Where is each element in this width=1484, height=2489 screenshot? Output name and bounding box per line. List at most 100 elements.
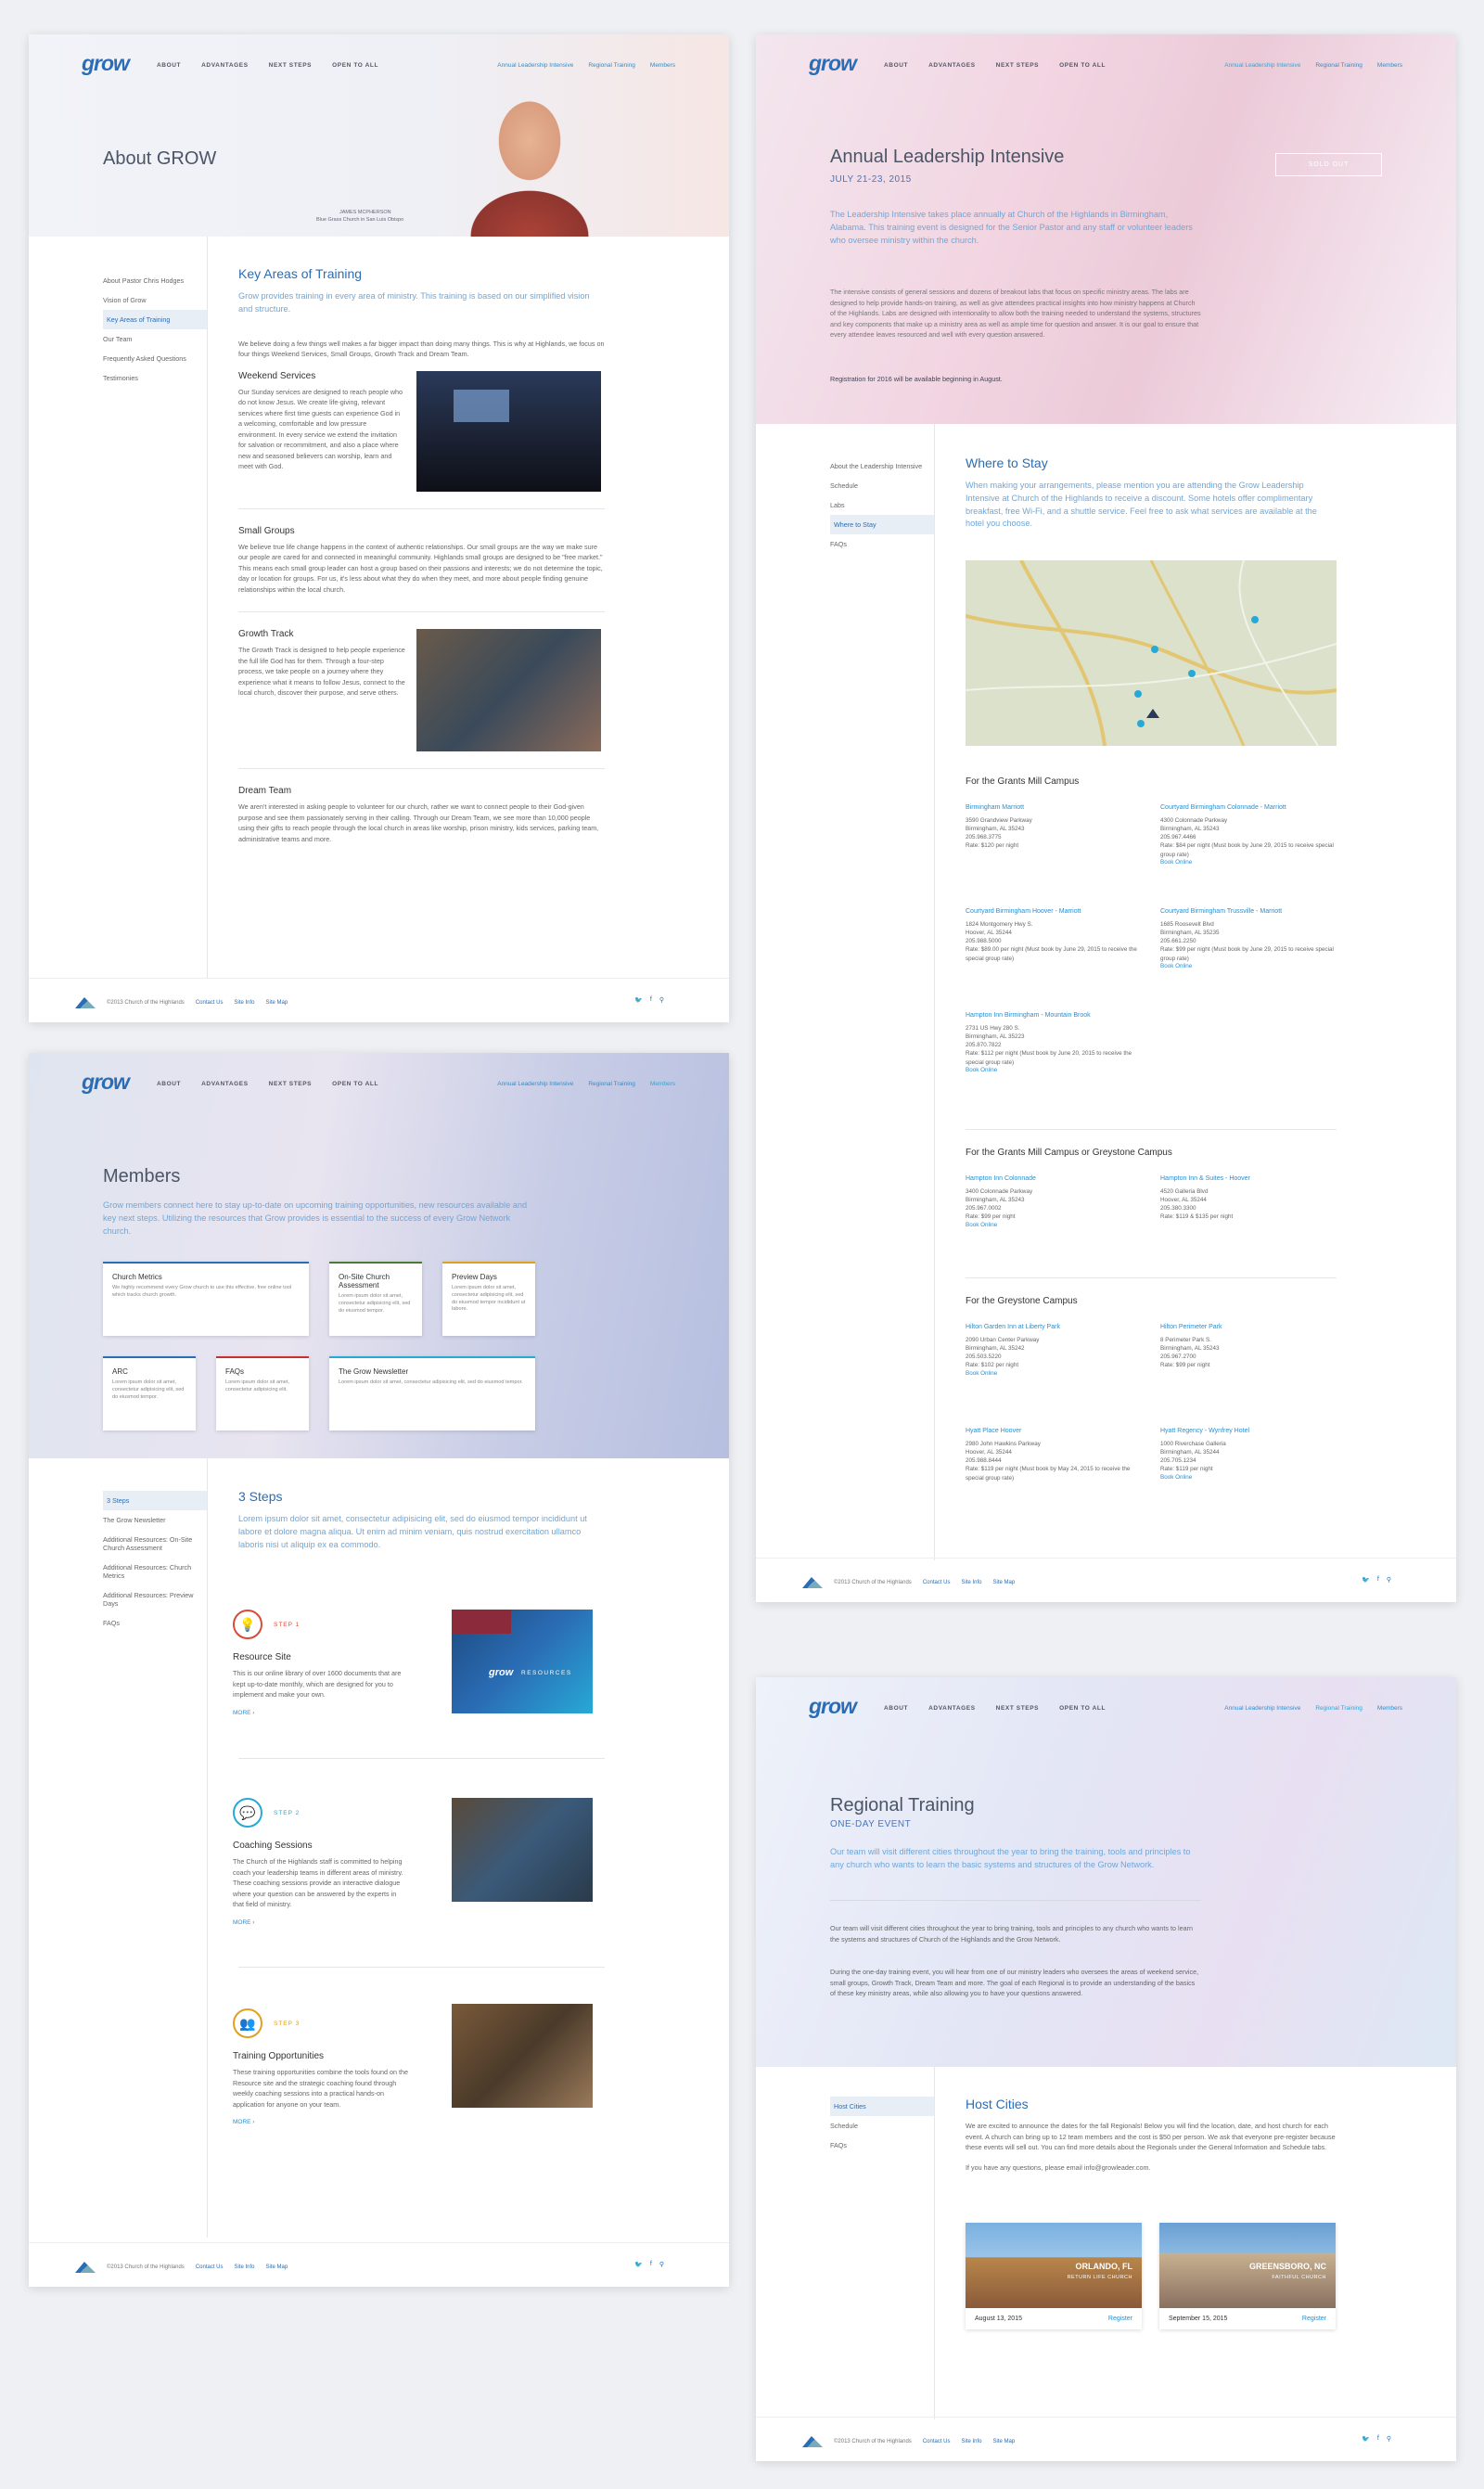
- sidebar-item-newsletter[interactable]: The Grow Newsletter: [103, 1510, 207, 1530]
- footer-contact[interactable]: Contact Us: [196, 2264, 224, 2270]
- grow-logo[interactable]: grow: [809, 1694, 857, 1719]
- search-icon[interactable]: ⚲: [1387, 1576, 1391, 1584]
- hotel-name[interactable]: Courtyard Birmingham Hoover - Marriott: [966, 908, 1146, 915]
- grow-logo[interactable]: grow: [809, 51, 857, 76]
- nav-annual-leadership[interactable]: Annual Leadership Intensive: [497, 62, 573, 69]
- hotel-name[interactable]: Hilton Perimeter Park: [1160, 1324, 1341, 1330]
- book-online-link[interactable]: Book Online: [966, 1067, 1146, 1073]
- sidebar-item-key-areas[interactable]: Key Areas of Training: [103, 310, 207, 329]
- event-card-orlando[interactable]: ORLANDO, FL RETURN LIFE CHURCH August 13…: [966, 2223, 1142, 2329]
- nav-next-steps[interactable]: NEXT STEPS: [269, 1081, 312, 1087]
- hotel-name[interactable]: Hampton Inn Birmingham - Mountain Brook: [966, 1012, 1146, 1019]
- nav-regional-training[interactable]: Regional Training: [588, 1081, 635, 1087]
- event-card-greensboro[interactable]: GREENSBORO, NC FAITHFUL CHURCH September…: [1159, 2223, 1336, 2329]
- map-pin[interactable]: [1137, 720, 1145, 727]
- grow-logo[interactable]: grow: [82, 51, 130, 76]
- nav-annual-leadership[interactable]: Annual Leadership Intensive: [497, 1081, 573, 1087]
- sidebar-item-about-pastor[interactable]: About Pastor Chris Hodges: [103, 271, 207, 290]
- facebook-icon[interactable]: f: [650, 996, 652, 1004]
- footer-site-map[interactable]: Site Map: [266, 2264, 288, 2270]
- hotel-name[interactable]: Hyatt Place Hoover: [966, 1428, 1146, 1434]
- twitter-icon[interactable]: 🐦: [634, 996, 643, 1004]
- nav-next-steps[interactable]: NEXT STEPS: [996, 1705, 1039, 1712]
- search-icon[interactable]: ⚲: [1387, 2435, 1391, 2443]
- card-arc[interactable]: ARC Lorem ipsum dolor sit amet, consectet…: [103, 1356, 196, 1431]
- nav-open-to-all[interactable]: OPEN TO ALL: [332, 62, 378, 69]
- card-newsletter[interactable]: The Grow Newsletter Lorem ipsum dolor sit…: [329, 1356, 535, 1431]
- map-pin[interactable]: [1188, 670, 1196, 677]
- more-link[interactable]: MORE ›: [233, 1919, 622, 1926]
- footer-site-map[interactable]: Site Map: [266, 1000, 288, 1006]
- nav-open-to-all[interactable]: OPEN TO ALL: [1059, 1705, 1106, 1712]
- facebook-icon[interactable]: f: [1377, 2435, 1379, 2443]
- hotel-name[interactable]: Hampton Inn Colonnade: [966, 1175, 1146, 1182]
- nav-members[interactable]: Members: [1377, 62, 1402, 69]
- book-online-link[interactable]: Book Online: [966, 1370, 1146, 1377]
- sidebar-item-vision[interactable]: Vision of Grow: [103, 290, 207, 310]
- sidebar-item-our-team[interactable]: Our Team: [103, 329, 207, 349]
- hotel-name[interactable]: Courtyard Birmingham Trussville - Marrio…: [1160, 908, 1341, 915]
- hotel-name[interactable]: Courtyard Birmingham Colonnade - Marriot…: [1160, 804, 1341, 811]
- sidebar-item-schedule[interactable]: Schedule: [830, 2116, 934, 2136]
- book-online-link[interactable]: Book Online: [1160, 1474, 1341, 1481]
- more-link[interactable]: MORE ›: [233, 2119, 622, 2125]
- sidebar-item-testimonies[interactable]: Testimonies: [103, 368, 207, 388]
- hotel-name[interactable]: Hyatt Regency - Wynfrey Hotel: [1160, 1428, 1341, 1434]
- register-link[interactable]: Register: [1302, 2316, 1326, 2322]
- footer-contact[interactable]: Contact Us: [923, 1580, 951, 1585]
- nav-members[interactable]: Members: [650, 62, 675, 69]
- sidebar-item-3-steps[interactable]: 3 Steps: [103, 1491, 207, 1510]
- sidebar-item-onsite[interactable]: Additional Resources: On-Site Church Ass…: [103, 1530, 207, 1558]
- book-online-link[interactable]: Book Online: [966, 1222, 1146, 1228]
- nav-about[interactable]: ABOUT: [884, 1705, 908, 1712]
- footer-site-map[interactable]: Site Map: [993, 2439, 1016, 2444]
- sidebar-item-faq[interactable]: Frequently Asked Questions: [103, 349, 207, 368]
- facebook-icon[interactable]: f: [1377, 1576, 1379, 1584]
- footer-site-info[interactable]: Site Info: [235, 2264, 255, 2270]
- nav-advantages[interactable]: ADVANTAGES: [928, 62, 976, 69]
- map-pin[interactable]: [1134, 690, 1142, 698]
- footer-contact[interactable]: Contact Us: [923, 2439, 951, 2444]
- sidebar-item-about-intensive[interactable]: About the Leadership Intensive: [830, 456, 934, 476]
- footer-contact[interactable]: Contact Us: [196, 1000, 224, 1006]
- footer-site-info[interactable]: Site Info: [235, 1000, 255, 1006]
- footer-site-info[interactable]: Site Info: [962, 1580, 982, 1585]
- nav-about[interactable]: ABOUT: [157, 1081, 181, 1087]
- sidebar-item-labs[interactable]: Labs: [830, 495, 934, 515]
- nav-advantages[interactable]: ADVANTAGES: [201, 62, 249, 69]
- card-onsite-assessment[interactable]: On-Site Church Assessment Lorem ipsum dol…: [329, 1262, 422, 1336]
- twitter-icon[interactable]: 🐦: [1362, 1576, 1370, 1584]
- sidebar-item-schedule[interactable]: Schedule: [830, 476, 934, 495]
- grow-logo[interactable]: grow: [82, 1070, 130, 1095]
- card-church-metrics[interactable]: Church Metrics We highly recommend every …: [103, 1262, 309, 1336]
- map-pin[interactable]: [1251, 616, 1259, 623]
- card-preview-days[interactable]: Preview Days Lorem ipsum dolor sit amet, …: [442, 1262, 535, 1336]
- footer-site-map[interactable]: Site Map: [993, 1580, 1016, 1585]
- nav-regional-training[interactable]: Regional Training: [588, 62, 635, 69]
- sidebar-item-host-cities[interactable]: Host Cities: [830, 2097, 934, 2116]
- footer-site-info[interactable]: Site Info: [962, 2439, 982, 2444]
- sidebar-item-metrics[interactable]: Additional Resources: Church Metrics: [103, 1558, 207, 1585]
- nav-open-to-all[interactable]: OPEN TO ALL: [1059, 62, 1106, 69]
- hotel-name[interactable]: Birmingham Marriott: [966, 804, 1146, 811]
- nav-members[interactable]: Members: [1377, 1705, 1402, 1712]
- nav-annual-leadership[interactable]: Annual Leadership Intensive: [1224, 62, 1300, 69]
- sidebar-item-faqs[interactable]: FAQs: [103, 1613, 207, 1633]
- facebook-icon[interactable]: f: [650, 2261, 652, 2268]
- search-icon[interactable]: ⚲: [659, 996, 664, 1004]
- nav-about[interactable]: ABOUT: [884, 62, 908, 69]
- nav-regional-training[interactable]: Regional Training: [1315, 62, 1362, 69]
- nav-members[interactable]: Members: [650, 1081, 675, 1087]
- nav-advantages[interactable]: ADVANTAGES: [201, 1081, 249, 1087]
- nav-annual-leadership[interactable]: Annual Leadership Intensive: [1224, 1705, 1300, 1712]
- sidebar-item-preview[interactable]: Additional Resources: Preview Days: [103, 1585, 207, 1613]
- nav-next-steps[interactable]: NEXT STEPS: [996, 62, 1039, 69]
- nav-advantages[interactable]: ADVANTAGES: [928, 1705, 976, 1712]
- sidebar-item-where-to-stay[interactable]: Where to Stay: [830, 515, 934, 534]
- nav-about[interactable]: ABOUT: [157, 62, 181, 69]
- nav-next-steps[interactable]: NEXT STEPS: [269, 62, 312, 69]
- twitter-icon[interactable]: 🐦: [1362, 2435, 1370, 2443]
- hotel-name[interactable]: Hampton Inn & Suites - Hoover: [1160, 1175, 1341, 1182]
- twitter-icon[interactable]: 🐦: [634, 2261, 643, 2268]
- map-pin[interactable]: [1151, 646, 1158, 653]
